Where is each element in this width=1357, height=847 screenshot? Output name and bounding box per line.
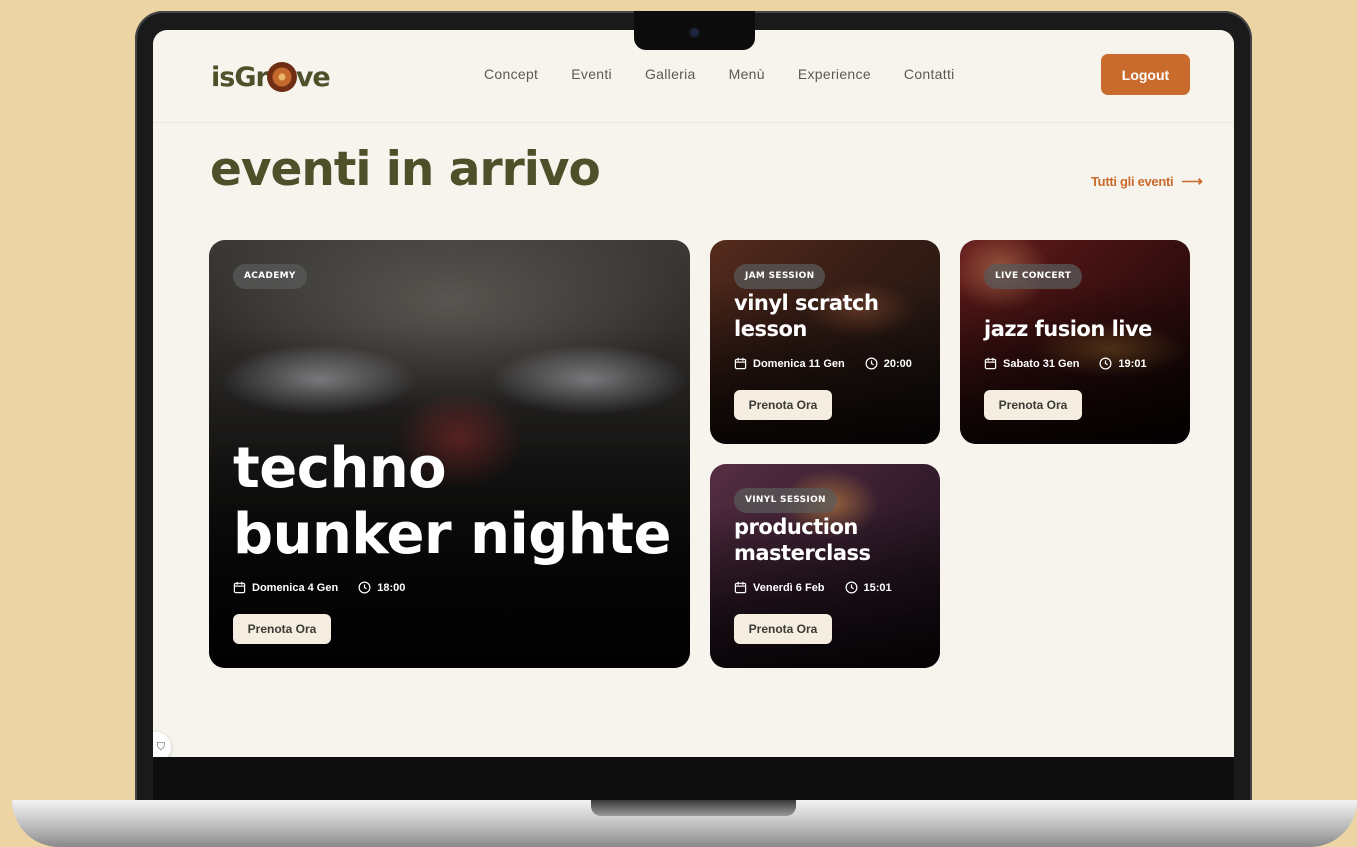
clock-icon [845, 581, 858, 594]
book-now-button[interactable]: Prenota Ora [984, 390, 1082, 420]
event-card-production-masterclass[interactable]: VINYL SESSION production masterclass Ven… [710, 464, 940, 668]
clock-icon [358, 581, 371, 594]
event-card-techno[interactable]: ACADEMY techno bunker nighte Domenica 4 … [209, 240, 690, 668]
event-title: techno bunker nighte [233, 436, 673, 568]
event-card-vinyl-scratch[interactable]: JAM SESSION vinyl scratch lesson Domenic… [710, 240, 940, 444]
vinyl-record-icon [266, 62, 297, 92]
logo-text-left: isGr [211, 61, 269, 93]
event-meta: Sabato 31 Gen 19:01 [984, 357, 1147, 370]
nav-contatti[interactable]: Contatti [904, 66, 955, 82]
nav-concept[interactable]: Concept [484, 66, 538, 82]
webcam-icon [690, 28, 699, 37]
event-time: 20:00 [883, 357, 912, 370]
all-events-link[interactable]: Tutti gli eventi ⟶ [1091, 172, 1203, 190]
main-nav: Concept Eventi Galleria Menù Experience … [484, 66, 955, 82]
event-tag: LIVE CONCERT [984, 264, 1083, 289]
event-time: 19:01 [1118, 357, 1147, 370]
event-meta: Domenica 4 Gen 18:00 [233, 581, 405, 594]
section-title: eventi in arrivo [210, 142, 601, 197]
calendar-icon [984, 357, 997, 370]
arrow-right-icon: ⟶ [1181, 173, 1203, 190]
all-events-label: Tutti gli eventi [1091, 173, 1174, 189]
event-tag: VINYL SESSION [734, 488, 837, 513]
event-card-jazz-fusion[interactable]: LIVE CONCERT jazz fusion live Sabato 31 … [960, 240, 1190, 444]
event-date: Venerdì 6 Feb [753, 581, 825, 594]
book-now-button[interactable]: Prenota Ora [233, 614, 331, 644]
event-date: Domenica 4 Gen [252, 581, 339, 594]
event-title-text: techno bunker nighte [233, 436, 671, 567]
event-title: production masterclass [734, 515, 871, 565]
event-time: 18:00 [377, 581, 406, 594]
event-meta: Domenica 11 Gen 20:00 [734, 357, 912, 370]
event-tag: ACADEMY [233, 264, 307, 289]
browser-screen: isGr ve Concept Eventi Galleria Menù Exp… [153, 30, 1234, 757]
event-time: 15:01 [863, 581, 892, 594]
camera-notch [634, 11, 755, 50]
event-date: Domenica 11 Gen [753, 357, 845, 370]
event-title: vinyl scratch lesson [734, 291, 879, 341]
nav-eventi[interactable]: Eventi [571, 66, 612, 82]
nav-galleria[interactable]: Galleria [645, 66, 696, 82]
calendar-icon [233, 581, 246, 594]
clock-icon [865, 357, 878, 370]
calendar-icon [734, 357, 747, 370]
event-date: Sabato 31 Gen [1003, 357, 1080, 370]
nav-experience[interactable]: Experience [798, 66, 871, 82]
event-tag: JAM SESSION [734, 264, 826, 289]
logo-text-right: ve [295, 61, 331, 93]
clock-icon [1099, 357, 1112, 370]
book-now-button[interactable]: Prenota Ora [734, 614, 832, 644]
event-meta: Venerdì 6 Feb 15:01 [734, 581, 892, 594]
screen-bezel-bottom [153, 757, 1234, 801]
book-now-button[interactable]: Prenota Ora [734, 390, 832, 420]
event-title: jazz fusion live [984, 317, 1152, 341]
cookie-settings-icon[interactable]: ⛉ [153, 732, 171, 757]
logout-button[interactable]: Logout [1101, 54, 1190, 95]
calendar-icon [734, 581, 747, 594]
site-logo[interactable]: isGr ve [211, 52, 341, 102]
laptop-hinge [591, 800, 796, 816]
nav-menu[interactable]: Menù [729, 66, 765, 82]
